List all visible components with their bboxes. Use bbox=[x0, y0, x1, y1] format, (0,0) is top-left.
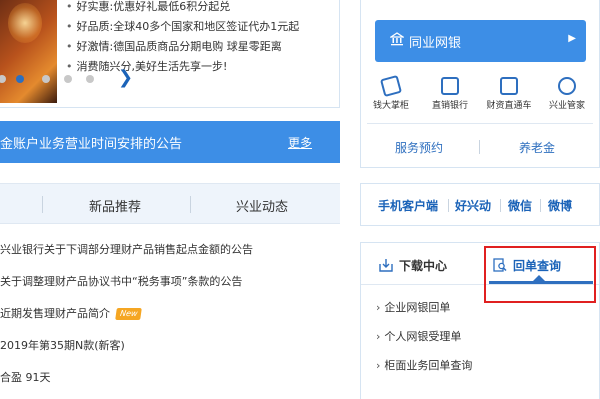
news-item-text[interactable]: 合盈 91天 bbox=[0, 371, 51, 384]
service-label: 直销银行 bbox=[431, 101, 468, 111]
service-qiandazhanggui[interactable]: 钱大掌柜 bbox=[361, 74, 421, 111]
news-item[interactable]: 2019年第35期N款(新客) bbox=[0, 330, 253, 362]
wallet-icon bbox=[379, 74, 403, 98]
services-panel: 同业网银 ▶ 钱大掌柜 直销银行 财资直通车 兴业管家 服务预约 养老金 bbox=[360, 0, 600, 168]
divider bbox=[540, 199, 541, 212]
corporate-banking-button[interactable]: 同业网银 ▶ bbox=[375, 20, 586, 62]
service-label: 钱大掌柜 bbox=[372, 101, 409, 111]
service-label: 财资直通车 bbox=[486, 101, 532, 111]
news-item-text[interactable]: 2019年第35期N款(新客) bbox=[0, 339, 125, 352]
corporate-banking-label: 同业网银 bbox=[409, 36, 462, 51]
new-badge: New bbox=[115, 308, 143, 320]
divider bbox=[448, 199, 449, 212]
divider bbox=[367, 123, 593, 124]
service-icons: 钱大掌柜 直销银行 财资直通车 兴业管家 bbox=[361, 74, 599, 117]
bank-icon bbox=[390, 32, 404, 46]
promo-item[interactable]: 好实惠:优惠好礼最低6积分起兑 bbox=[66, 0, 299, 17]
news-item-text[interactable]: 近期发售理财产品简介 bbox=[0, 307, 110, 320]
notice-bar: 金账户业务营业时间安排的公告 更多 bbox=[0, 121, 340, 163]
promo-item[interactable]: 好激情:德国品质商品分期电购 球星零距离 bbox=[66, 37, 299, 57]
service-butler[interactable]: 兴业管家 bbox=[537, 77, 597, 111]
social-links-panel: 手机客户端 好兴动 微信 微博 bbox=[360, 183, 600, 226]
tab-divider bbox=[42, 196, 43, 213]
news-item-text[interactable]: 关于调整理财产品协议书中“税务事项”条款的公告 bbox=[0, 275, 242, 288]
divider bbox=[479, 140, 480, 154]
mobile-client-link[interactable]: 手机客户端 bbox=[378, 197, 438, 214]
receipt-search-icon bbox=[493, 258, 507, 272]
news-list: 兴业银行关于下调部分理财产品销售起点金额的公告 关于调整理财产品协议书中“税务事… bbox=[0, 234, 253, 394]
card-icon bbox=[441, 77, 459, 95]
tab-label: 回单查询 bbox=[513, 259, 562, 273]
car-icon bbox=[500, 77, 518, 95]
news-item[interactable]: 近期发售理财产品简介 New bbox=[0, 298, 253, 330]
news-item-text[interactable]: 兴业银行关于下调部分理财产品销售起点金额的公告 bbox=[0, 243, 253, 256]
notice-title[interactable]: 金账户业务营业时间安排的公告 bbox=[0, 133, 182, 152]
carousel-dot[interactable] bbox=[42, 75, 50, 83]
tab-industrial-news[interactable]: 兴业动态 bbox=[236, 196, 288, 215]
divider bbox=[500, 199, 501, 212]
weibo-link[interactable]: 微博 bbox=[548, 197, 572, 214]
receipt-list: 企业网银回单 个人网银受理单 柜面业务回单查询 bbox=[376, 295, 472, 382]
promo-item[interactable]: 好品质:全球40多个国家和地区签证代办1元起 bbox=[66, 17, 300, 37]
news-item[interactable]: 兴业银行关于下调部分理财产品销售起点金额的公告 bbox=[0, 234, 253, 266]
tab-label: 下载中心 bbox=[399, 259, 448, 273]
carousel-dot[interactable] bbox=[64, 75, 72, 83]
tab-receipt-query[interactable]: 回单查询 bbox=[493, 255, 561, 274]
service-direct-bank[interactable]: 直销银行 bbox=[420, 77, 480, 111]
chevron-right-icon: ▶ bbox=[568, 33, 576, 44]
promo-banner-image[interactable] bbox=[0, 0, 57, 103]
download-icon bbox=[379, 259, 393, 272]
promo-panel: 好实惠:优惠好礼最低6积分起兑 好品质:全球40多个国家和地区签证代办1元起 好… bbox=[0, 0, 340, 108]
carousel-dot[interactable] bbox=[86, 75, 94, 83]
carousel-dot[interactable] bbox=[0, 75, 6, 83]
service-label: 兴业管家 bbox=[548, 101, 585, 111]
tab-download-center[interactable]: 下载中心 bbox=[379, 255, 447, 274]
news-item[interactable]: 合盈 91天 bbox=[0, 362, 253, 394]
carousel-next-icon[interactable]: ❯ bbox=[118, 67, 133, 88]
receipt-link-personal[interactable]: 个人网银受理单 bbox=[376, 324, 472, 353]
wechat-link[interactable]: 微信 bbox=[508, 197, 532, 214]
receipt-link-counter[interactable]: 柜面业务回单查询 bbox=[376, 353, 472, 382]
carousel-dot-active[interactable] bbox=[16, 75, 24, 83]
tab-new-products[interactable]: 新品推荐 bbox=[89, 196, 141, 215]
notice-more-link[interactable]: 更多 bbox=[288, 134, 312, 151]
tab-divider bbox=[190, 196, 191, 213]
query-tabs: 下载中心 回单查询 bbox=[361, 243, 599, 285]
butler-icon bbox=[558, 77, 576, 95]
active-tab-underline bbox=[489, 281, 593, 284]
service-appointment-link[interactable]: 服务预约 bbox=[395, 139, 443, 156]
news-tabs: 新品推荐 兴业动态 bbox=[0, 183, 340, 224]
service-treasury-express[interactable]: 财资直通车 bbox=[479, 77, 539, 111]
promo-list: 好实惠:优惠好礼最低6积分起兑 好品质:全球40多个国家和地区签证代办1元起 好… bbox=[66, 0, 300, 77]
haoxingdong-link[interactable]: 好兴动 bbox=[455, 197, 491, 214]
news-item[interactable]: 关于调整理财产品协议书中“税务事项”条款的公告 bbox=[0, 266, 253, 298]
pension-link[interactable]: 养老金 bbox=[519, 139, 555, 156]
receipt-link-corporate[interactable]: 企业网银回单 bbox=[376, 295, 472, 324]
query-panel: 下载中心 回单查询 企业网银回单 个人网银受理单 柜面业务回单查询 bbox=[360, 242, 600, 399]
